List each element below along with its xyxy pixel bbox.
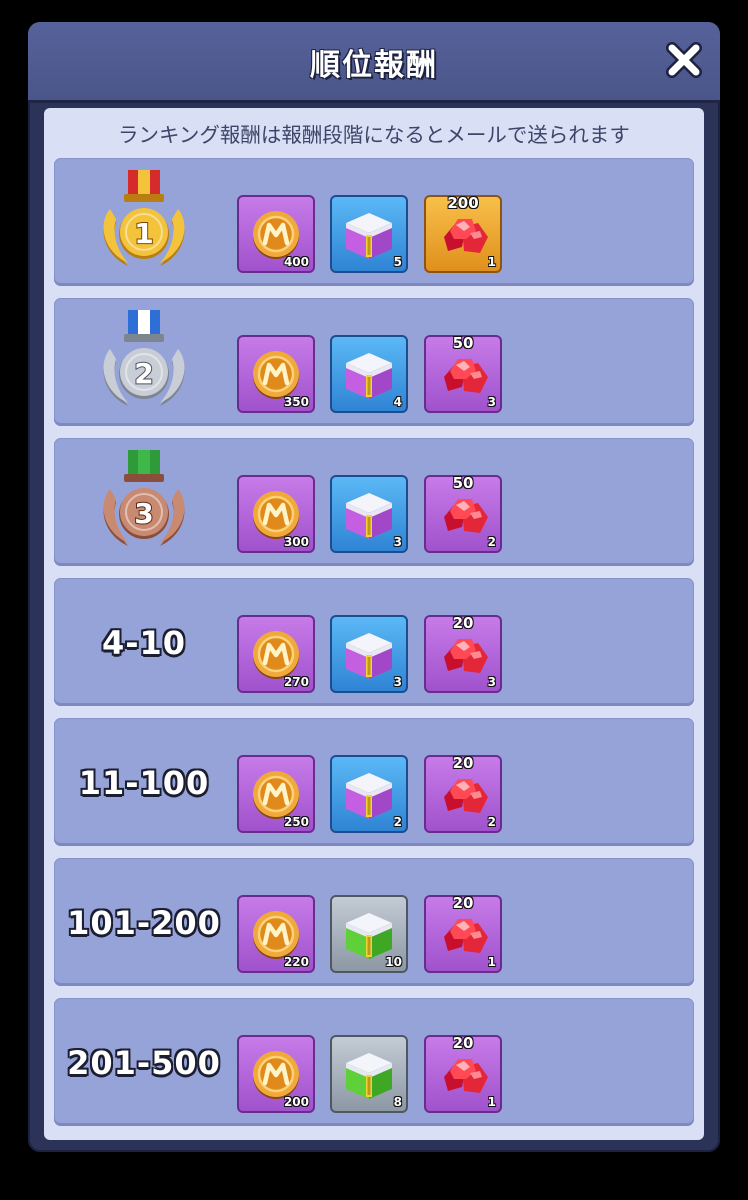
reward-count: 270 xyxy=(283,675,309,689)
reward-count: 1 xyxy=(487,955,496,969)
reward-tier-row: 201-500 200 8 20 1 xyxy=(54,998,694,1126)
ruby-amount-label: 200 xyxy=(447,194,479,212)
reward-count: 3 xyxy=(487,395,496,409)
rank-range-label: 101-200 xyxy=(67,904,221,942)
chest-reward-tile[interactable]: 10 xyxy=(330,895,408,973)
reward-count: 250 xyxy=(283,815,309,829)
reward-count: 3 xyxy=(487,675,496,689)
ruby-reward-tile[interactable]: 20 1 xyxy=(424,1034,502,1113)
reward-count: 1 xyxy=(487,1095,496,1109)
ruby-amount-label: 20 xyxy=(452,1034,474,1052)
dialog-title: 順位報酬 xyxy=(310,48,438,83)
reward-count: 400 xyxy=(283,255,309,269)
ruby-reward-tile[interactable]: 20 3 xyxy=(424,614,502,693)
rank-range-label: 201-500 xyxy=(67,1044,221,1082)
reward-count: 3 xyxy=(393,675,402,689)
reward-count: 2 xyxy=(393,815,402,829)
silver-medal-icon: 2 xyxy=(94,310,194,418)
reward-tier-row: 4-10 270 3 20 3 xyxy=(54,578,694,706)
coin-reward-tile[interactable]: 350 xyxy=(237,335,315,413)
rank-range-label: 11-100 xyxy=(78,764,210,802)
reward-tier-row: 1 400 5 200 1 xyxy=(54,158,694,286)
coin-reward-tile[interactable]: 400 xyxy=(237,195,315,273)
rewards-description: ランキング報酬は報酬段階になるとメールで送られます xyxy=(118,123,630,147)
rank-number: 2 xyxy=(134,357,153,390)
reward-count: 300 xyxy=(283,535,309,549)
reward-count: 8 xyxy=(393,1095,402,1109)
reward-tier-row: 101-200 220 10 20 1 xyxy=(54,858,694,986)
rank-number: 3 xyxy=(134,497,153,530)
rewards-list-panel: ランキング報酬は報酬段階になるとメールで送られます 1 400 5 200 1 2 350 4… xyxy=(44,108,704,1140)
ruby-amount-label: 50 xyxy=(452,474,474,492)
coin-reward-tile[interactable]: 300 xyxy=(237,475,315,553)
chest-reward-tile[interactable]: 2 xyxy=(330,755,408,833)
reward-count: 2 xyxy=(487,815,496,829)
reward-tier-row: 2 350 4 50 3 xyxy=(54,298,694,426)
ruby-amount-label: 20 xyxy=(452,894,474,912)
coin-reward-tile[interactable]: 200 xyxy=(237,1035,315,1113)
close-icon xyxy=(666,42,702,78)
ruby-amount-label: 50 xyxy=(452,334,474,352)
reward-count: 350 xyxy=(283,395,309,409)
ruby-reward-tile[interactable]: 50 3 xyxy=(424,334,502,413)
reward-count: 3 xyxy=(393,535,402,549)
close-button[interactable] xyxy=(662,38,706,82)
ruby-amount-label: 20 xyxy=(452,754,474,772)
chest-reward-tile[interactable]: 8 xyxy=(330,1035,408,1113)
ruby-reward-tile[interactable]: 20 2 xyxy=(424,754,502,833)
ruby-reward-tile[interactable]: 200 1 xyxy=(424,194,502,273)
ruby-amount-label: 20 xyxy=(452,614,474,632)
reward-count: 5 xyxy=(393,255,402,269)
coin-reward-tile[interactable]: 250 xyxy=(237,755,315,833)
bronze-medal-icon: 3 xyxy=(94,450,194,558)
gold-medal-icon: 1 xyxy=(94,170,194,278)
rank-number: 1 xyxy=(134,217,153,250)
chest-reward-tile[interactable]: 3 xyxy=(330,615,408,693)
dialog-header: 順位報酬 xyxy=(28,22,720,103)
chest-reward-tile[interactable]: 3 xyxy=(330,475,408,553)
chest-reward-tile[interactable]: 5 xyxy=(330,195,408,273)
reward-tier-row: 11-100 250 2 20 2 xyxy=(54,718,694,846)
reward-count: 1 xyxy=(487,255,496,269)
coin-reward-tile[interactable]: 220 xyxy=(237,895,315,973)
rank-range-label: 4-10 xyxy=(101,624,187,662)
coin-reward-tile[interactable]: 270 xyxy=(237,615,315,693)
reward-tier-row: 3 300 3 50 2 xyxy=(54,438,694,566)
reward-count: 220 xyxy=(283,955,309,969)
reward-count: 200 xyxy=(283,1095,309,1109)
chest-reward-tile[interactable]: 4 xyxy=(330,335,408,413)
ruby-reward-tile[interactable]: 50 2 xyxy=(424,474,502,553)
ruby-reward-tile[interactable]: 20 1 xyxy=(424,894,502,973)
rank-rewards-dialog: 順位報酬 ランキング報酬は報酬段階になるとメールで送られます 1 400 5 200 1… xyxy=(28,22,720,1152)
reward-count: 2 xyxy=(487,535,496,549)
reward-count: 10 xyxy=(385,955,402,969)
reward-count: 4 xyxy=(393,395,402,409)
